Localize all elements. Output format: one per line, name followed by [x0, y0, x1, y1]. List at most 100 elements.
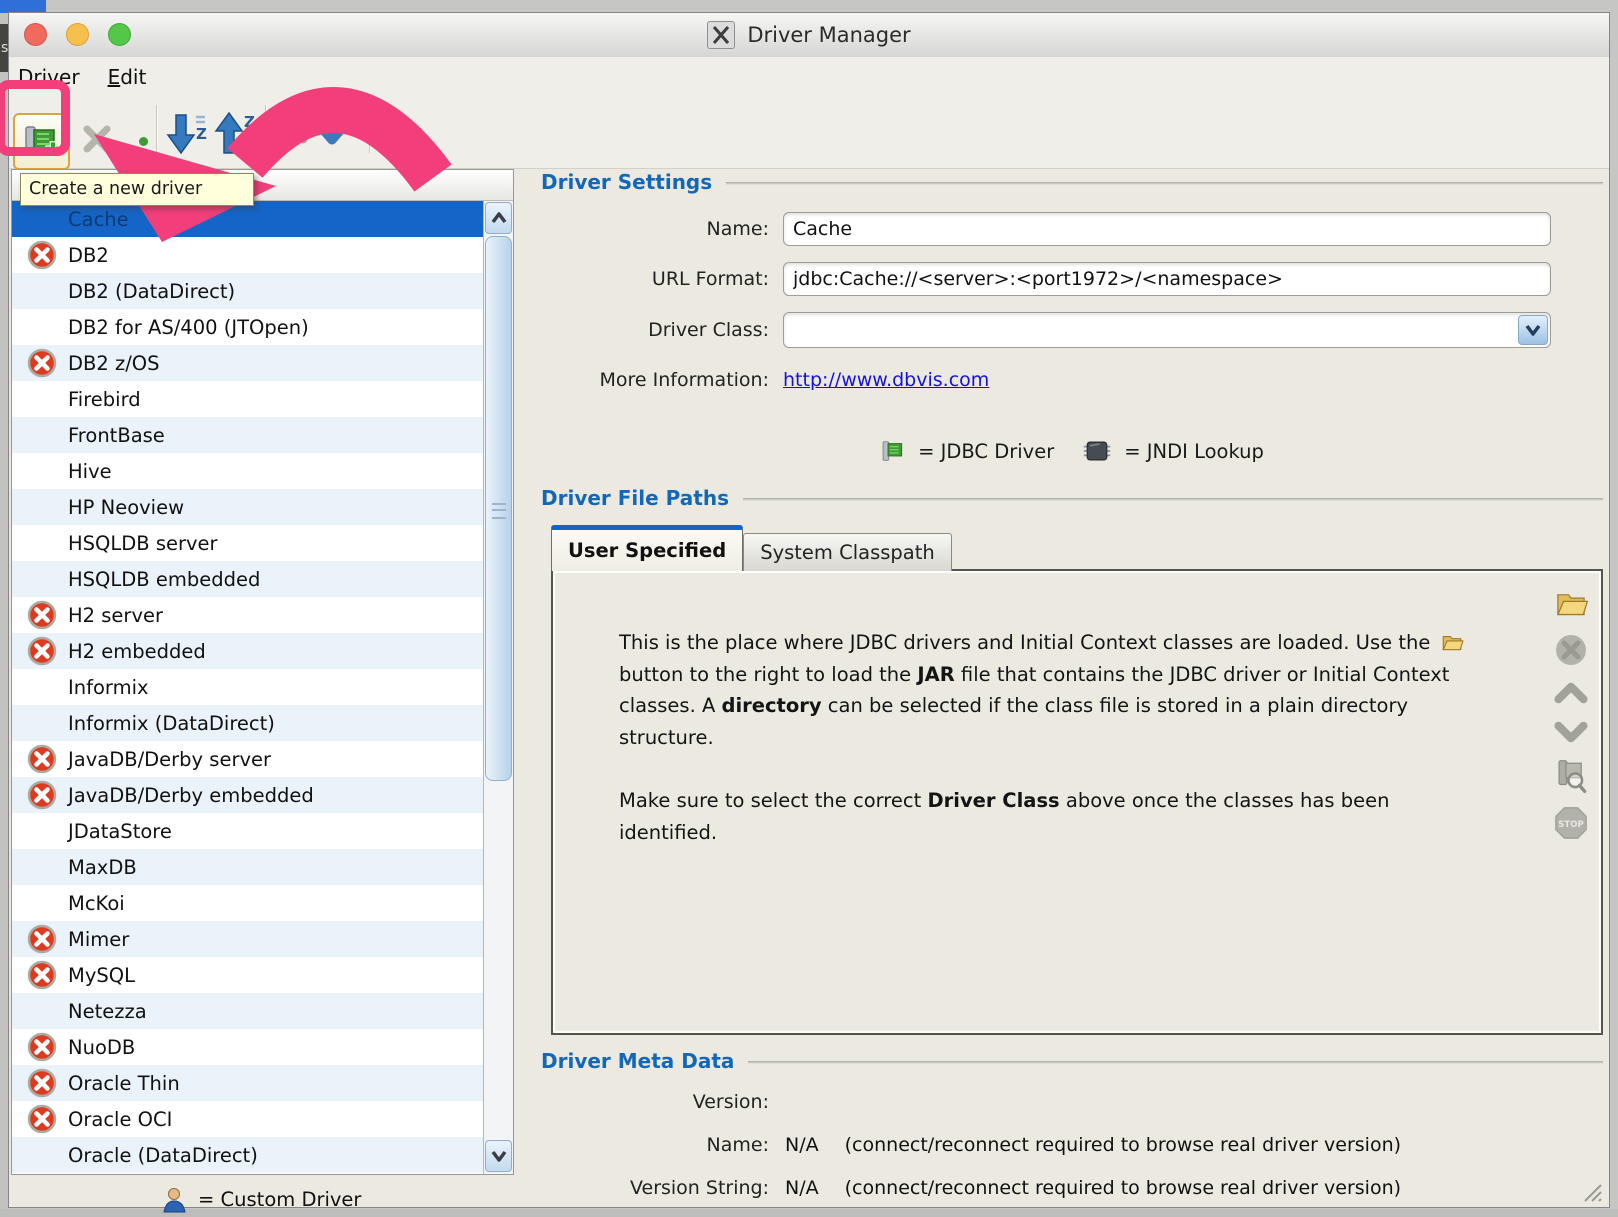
svg-text:Z: Z [196, 125, 207, 143]
more-information-link[interactable]: http://www.dbvis.com [783, 369, 989, 391]
tab-user-specified[interactable]: User Specified [551, 525, 743, 571]
driver-icon-placeholder [26, 383, 58, 415]
move-file-down-button[interactable] [1554, 718, 1588, 746]
list-item[interactable]: DB2 z/OS [12, 345, 484, 381]
list-item[interactable]: Oracle Thin [12, 1065, 484, 1101]
driver-error-icon [26, 923, 58, 955]
driver-error-icon [26, 599, 58, 631]
driver-file-paths-title: Driver File Paths [541, 486, 729, 510]
remove-file-button[interactable] [1553, 632, 1589, 668]
list-item[interactable]: DB2 for AS/400 (JTOpen) [12, 309, 484, 345]
url-format-field[interactable] [783, 262, 1551, 296]
driver-error-icon [26, 1067, 58, 1099]
driver-name: DB2 (DataDirect) [68, 280, 235, 303]
driver-meta-data-header: Driver Meta Data [541, 1049, 1603, 1073]
driver-error-icon [27, 744, 57, 774]
driver-icon-placeholder [26, 203, 58, 235]
move-up-button[interactable] [271, 115, 309, 149]
find-driver-files-button[interactable] [377, 109, 421, 157]
sort-ascending-button[interactable]: Z A [213, 109, 257, 159]
driver-meta-data-title: Driver Meta Data [541, 1049, 734, 1073]
driver-icon-placeholder [26, 311, 58, 343]
create-driver-tooltip: Create a new driver [20, 173, 254, 206]
custom-driver-legend: = Custom Driver [11, 1179, 514, 1217]
driver-name: JavaDB/Derby server [68, 748, 271, 771]
jdbc-driver-icon [880, 437, 906, 465]
list-item[interactable]: Netezza [12, 993, 484, 1029]
move-file-up-button[interactable] [1554, 679, 1588, 707]
name-field[interactable] [783, 212, 1551, 246]
list-item[interactable]: JavaDB/Derby embedded [12, 777, 484, 813]
driver-type-legend: = JDBC Driver = JNDI Lookup [541, 437, 1603, 465]
list-item[interactable]: H2 server [12, 597, 484, 633]
driver-error-icon [26, 347, 58, 379]
driver-name: Oracle (DataDirect) [68, 1144, 258, 1167]
driver-name: DB2 [68, 244, 109, 267]
list-item[interactable]: Informix (DataDirect) [12, 705, 484, 741]
list-item[interactable]: Oracle (DataDirect) [12, 1137, 484, 1173]
list-item[interactable]: Firebird [12, 381, 484, 417]
driver-name: Mimer [68, 928, 129, 951]
list-item[interactable]: McKoi [12, 885, 484, 921]
custom-driver-legend-text: = Custom Driver [198, 1188, 361, 1211]
delete-driver-button[interactable] [81, 123, 113, 155]
meta-value: N/A [785, 1177, 819, 1199]
window-resize-grip[interactable] [1579, 1179, 1603, 1203]
driver-error-icon [27, 636, 57, 666]
list-item[interactable]: Informix [12, 669, 484, 705]
scroll-down-button[interactable] [485, 1140, 512, 1172]
list-item[interactable]: Oracle OCI [12, 1101, 484, 1137]
tab-system-classpath[interactable]: System Classpath [743, 533, 952, 571]
list-item[interactable]: JavaDB/Derby server [12, 741, 484, 777]
sort-descending-button[interactable]: Z [165, 109, 209, 159]
chevron-down-icon [1525, 324, 1541, 336]
scrollbar-thumb[interactable] [485, 236, 512, 781]
list-item[interactable]: FrontBase [12, 417, 484, 453]
titlebar[interactable]: Driver Manager [9, 13, 1609, 58]
url-format-label: URL Format: [541, 268, 769, 290]
list-item[interactable]: Cache [12, 201, 484, 237]
list-item[interactable]: HSQLDB embedded [12, 561, 484, 597]
background-window-edge [0, 13, 8, 1217]
driver-error-icon [27, 780, 57, 810]
more-information-row: More Information: http://www.dbvis.com [541, 365, 989, 395]
delete-driver-icon [81, 123, 113, 155]
jndi-lookup-icon [1082, 439, 1112, 463]
list-item[interactable]: HP Neoview [12, 489, 484, 525]
list-item[interactable]: MySQL [12, 957, 484, 993]
list-item[interactable]: HSQLDB server [12, 525, 484, 561]
driver-list-rows: Cache DB2 DB2 (DataDirect) DB2 for AS/400 (… [12, 201, 484, 1173]
sort-ascending-icon: Z A [213, 109, 257, 159]
find-driver-class-button[interactable] [1554, 757, 1588, 795]
driver-class-combobox[interactable] [783, 312, 1551, 348]
list-item[interactable]: Mimer [12, 921, 484, 957]
driver-error-icon [26, 959, 58, 991]
person-icon [161, 1186, 188, 1213]
meta-value: N/A [785, 1134, 819, 1156]
list-item[interactable]: Hive [12, 453, 484, 489]
copy-driver-icon[interactable] [139, 137, 148, 146]
list-item[interactable]: H2 embedded [12, 633, 484, 669]
meta-label: Name: [541, 1134, 769, 1156]
driver-class-row: Driver Class: [541, 312, 1551, 348]
driver-name: MaxDB [68, 856, 137, 879]
open-folder-button[interactable] [1553, 585, 1589, 621]
list-item[interactable]: MaxDB [12, 849, 484, 885]
stop-button[interactable]: STOP [1554, 806, 1588, 840]
driver-icon-placeholder [26, 707, 58, 739]
list-item[interactable]: JDataStore [12, 813, 484, 849]
driver-list-scrollbar[interactable] [483, 201, 513, 1174]
list-item[interactable]: NuoDB [12, 1029, 484, 1065]
list-item[interactable]: DB2 (DataDirect) [12, 273, 484, 309]
chevron-up-icon [271, 115, 309, 149]
combo-dropdown-button[interactable] [1518, 315, 1548, 345]
driver-name: Firebird [68, 388, 141, 411]
menu-edit[interactable]: Edit [108, 65, 147, 89]
move-down-button[interactable] [313, 115, 351, 149]
list-item[interactable]: DB2 [12, 237, 484, 273]
driver-icon-placeholder [26, 419, 58, 451]
user-specified-tab-panel: This is the place where JDBC drivers and… [551, 569, 1603, 1035]
driver-name: HP Neoview [68, 496, 184, 519]
driver-error-icon [27, 600, 57, 630]
scroll-up-button[interactable] [485, 202, 512, 234]
